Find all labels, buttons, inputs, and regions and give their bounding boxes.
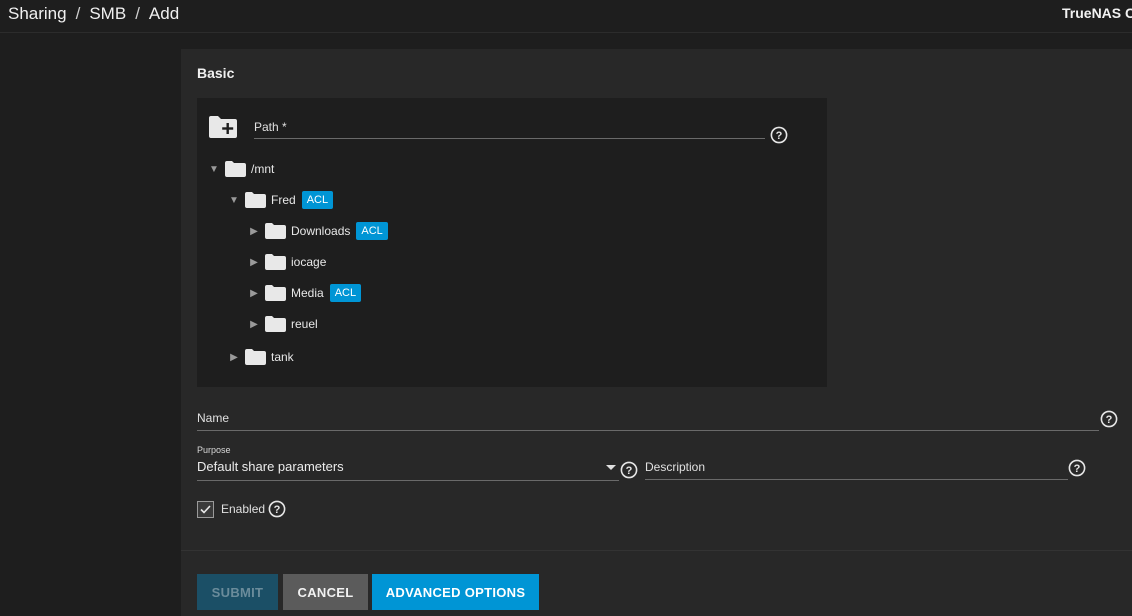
enabled-label[interactable]: Enabled	[221, 502, 265, 516]
breadcrumb: Sharing / SMB / Add	[8, 4, 179, 24]
folder-icon	[245, 192, 266, 208]
folder-plus-icon	[209, 116, 237, 138]
cancel-button[interactable]: CANCEL	[283, 574, 368, 610]
name-help-icon[interactable]: ?	[1100, 410, 1118, 428]
folder-icon	[265, 316, 286, 332]
name-label: Name	[197, 411, 230, 425]
folder-icon	[245, 349, 266, 365]
top-bar: Sharing / SMB / Add TrueNAS CORE	[0, 0, 1132, 33]
acl-badge: ACL	[301, 191, 334, 209]
purpose-label: Purpose	[197, 445, 231, 455]
folder-icon	[265, 254, 286, 270]
caret-down-icon[interactable]: ▼	[228, 194, 240, 206]
enabled-checkbox[interactable]	[197, 501, 214, 518]
folder-icon	[225, 161, 246, 177]
purpose-help-icon[interactable]: ?	[620, 461, 638, 479]
tree-node-label: Fred	[271, 193, 296, 207]
advanced-options-button[interactable]: ADVANCED OPTIONS	[372, 574, 539, 610]
divider	[181, 550, 1132, 551]
caret-right-icon[interactable]: ▶	[248, 287, 260, 299]
tree-node-label: tank	[271, 350, 294, 364]
enabled-help-icon[interactable]: ?	[268, 500, 286, 518]
submit-button[interactable]: SUBMIT	[197, 574, 278, 610]
description-help-icon[interactable]: ?	[1068, 459, 1086, 477]
breadcrumb-separator: /	[75, 4, 81, 23]
tree-node-label: reuel	[291, 317, 318, 331]
path-explorer: Path * ? ▼ /mnt ▼ Fred ACL ▶ Downloads A…	[197, 98, 827, 387]
tree-node-label: /mnt	[251, 162, 275, 176]
tree-node-tank[interactable]: ▶ tank	[228, 347, 300, 367]
breadcrumb-add: Add	[148, 4, 180, 23]
brand-name: TrueNAS CORE	[1062, 5, 1132, 21]
description-label: Description	[645, 460, 706, 474]
breadcrumb-sharing[interactable]: Sharing	[8, 4, 67, 23]
smb-add-form-card: Basic Path * ? ▼ /mnt ▼ Fred ACL ▶ Downl…	[181, 49, 1132, 616]
svg-text:?: ?	[1106, 414, 1113, 426]
name-input[interactable]: Name	[197, 410, 1099, 431]
path-input[interactable]: Path *	[254, 118, 765, 139]
breadcrumb-separator: /	[135, 4, 140, 23]
path-help-icon[interactable]: ?	[770, 126, 788, 144]
caret-down-icon[interactable]: ▼	[208, 163, 220, 175]
svg-text:?: ?	[274, 504, 281, 516]
acl-badge: ACL	[329, 284, 362, 302]
dropdown-arrow-icon	[606, 465, 616, 470]
purpose-value: Default share parameters	[197, 459, 344, 474]
tree-node-mnt[interactable]: ▼ /mnt	[208, 159, 280, 179]
caret-right-icon[interactable]: ▶	[248, 256, 260, 268]
tree-node-label: iocage	[291, 255, 327, 269]
svg-text:?: ?	[626, 465, 633, 477]
tree-node-iocage[interactable]: ▶ iocage	[248, 252, 332, 272]
path-label: Path *	[254, 120, 287, 134]
tree-node-media[interactable]: ▶ Media ACL	[248, 283, 362, 303]
caret-right-icon[interactable]: ▶	[248, 318, 260, 330]
svg-text:?: ?	[1074, 463, 1081, 475]
create-dataset-button[interactable]	[208, 114, 238, 139]
tree-node-downloads[interactable]: ▶ Downloads ACL	[248, 221, 388, 241]
checkmark-icon	[200, 505, 211, 514]
tree-node-label: Downloads	[291, 224, 351, 238]
folder-icon	[265, 285, 286, 301]
tree-node-label: Media	[291, 286, 324, 300]
description-input[interactable]: Description	[645, 459, 1068, 480]
section-title: Basic	[197, 65, 235, 81]
tree-node-fred[interactable]: ▼ Fred ACL	[228, 190, 334, 210]
purpose-select[interactable]: Default share parameters	[197, 457, 619, 481]
caret-right-icon[interactable]: ▶	[228, 351, 240, 363]
acl-badge: ACL	[356, 222, 388, 240]
folder-icon	[265, 223, 286, 239]
svg-text:?: ?	[776, 130, 783, 142]
caret-right-icon[interactable]: ▶	[248, 225, 260, 237]
tree-node-reuel[interactable]: ▶ reuel	[248, 314, 324, 334]
breadcrumb-smb[interactable]: SMB	[89, 4, 126, 23]
